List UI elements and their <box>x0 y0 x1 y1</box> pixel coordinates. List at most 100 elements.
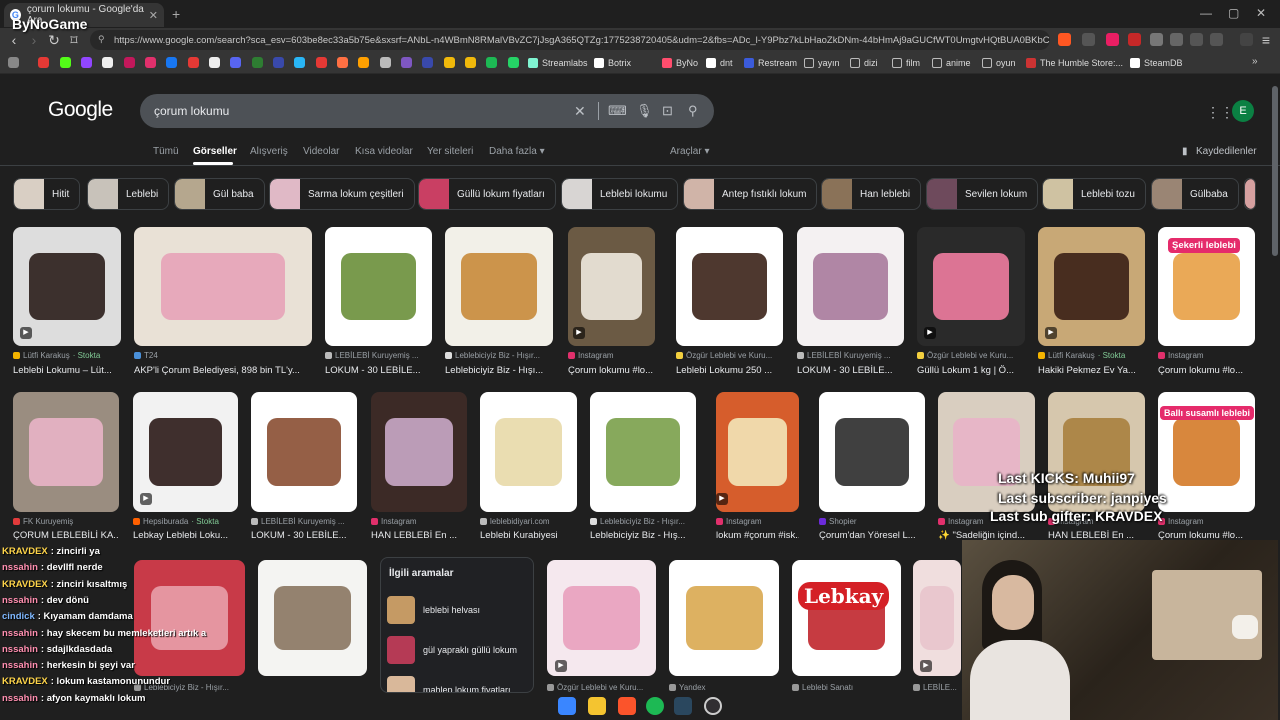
chip-leblebi-tozu[interactable]: Leblebi tozu <box>1042 178 1146 210</box>
tools-button[interactable]: Araçlar ▾ <box>670 146 709 157</box>
brave-icon[interactable] <box>618 697 636 715</box>
chip-gulbaba[interactable]: Gülbaba <box>1151 178 1239 210</box>
related-search-item[interactable]: gül yapraklı güllü lokum <box>387 636 517 664</box>
chip-leblebi-lokumu[interactable]: Leblebi lokumu <box>561 178 679 210</box>
image-result-thumbnail[interactable] <box>669 560 779 676</box>
image-result-title[interactable]: Lebkay Leblebi Loku... <box>133 530 238 541</box>
image-result-title[interactable]: Leblebi Lokumu – Lüt... <box>13 365 121 376</box>
image-result-thumbnail[interactable] <box>792 560 901 676</box>
saved-button[interactable]: Kaydedilenler <box>1196 146 1257 157</box>
image-source[interactable]: Instagram <box>371 517 467 526</box>
keyboard-icon[interactable]: ⌨ <box>608 103 627 119</box>
chip-hitit[interactable]: Hitit <box>13 178 81 210</box>
binance-icon[interactable] <box>444 57 455 68</box>
image-source[interactable]: T24 <box>134 351 312 360</box>
image-result-thumbnail[interactable] <box>480 392 577 512</box>
lens-icon[interactable]: ⊡ <box>662 103 673 119</box>
spotify-icon[interactable] <box>486 57 497 68</box>
back-icon[interactable]: ‹ <box>6 32 22 48</box>
twitch-icon[interactable] <box>81 57 92 68</box>
image-result-title[interactable]: LOKUM - 30 LEBİLE... <box>797 365 904 376</box>
image-result-title[interactable]: Güllü Lokum 1 kg | Ö... <box>917 365 1025 376</box>
url-input[interactable]: ⚲ https://www.google.com/search?sca_esv=… <box>90 30 1050 50</box>
image-result-thumbnail[interactable] <box>797 227 904 346</box>
image-source[interactable]: Leblebiciyiz Biz - Hışır... <box>445 351 553 360</box>
instagram-icon[interactable] <box>145 57 156 68</box>
tiktok-icon[interactable] <box>209 57 220 68</box>
image-result-title[interactable]: lokum #çorum #isk... <box>716 530 799 541</box>
image-result-title[interactable]: ÇORUM LEBLEBİLİ KA... <box>13 530 119 541</box>
image-source[interactable]: Yandex <box>669 683 779 692</box>
image-source[interactable]: Özgür Leblebi ve Kuru... <box>917 351 1025 360</box>
image-result-title[interactable]: AKP'li Çorum Belediyesi, 898 bin TL'y... <box>134 365 312 376</box>
tab-more[interactable]: Daha fazla ▾ <box>489 146 545 157</box>
bookmark-favicon-icon[interactable] <box>337 57 348 68</box>
image-result-thumbnail[interactable] <box>371 392 467 512</box>
pinterest-icon[interactable] <box>188 57 199 68</box>
chip-more[interactable] <box>1244 178 1256 210</box>
image-source[interactable]: Instagram <box>1158 517 1255 526</box>
obs-icon[interactable] <box>704 697 722 715</box>
image-source[interactable]: LEBİLE... <box>913 683 961 692</box>
clear-search-icon[interactable]: ✕ <box>574 103 586 120</box>
image-result-thumbnail[interactable] <box>913 560 961 676</box>
close-window-icon[interactable]: ✕ <box>1256 6 1266 20</box>
forward-icon[interactable]: › <box>26 32 42 48</box>
yandex-icon[interactable] <box>316 57 327 68</box>
image-source[interactable]: FK Kuruyemiş <box>13 517 119 526</box>
image-source[interactable]: LEBİLEBİ Kuruyemiş ... <box>251 517 357 526</box>
microphone-icon[interactable]: 🎙 <box>636 103 653 119</box>
image-source[interactable]: Leblebiciyiz Biz - Hışır... <box>590 517 696 526</box>
image-result-title[interactable]: Leblebi Kurabiyesi <box>480 530 577 541</box>
bookmark-folder-yayin[interactable]: yayın <box>804 56 840 70</box>
bookmark-steamdb[interactable]: SteamDB <box>1130 56 1183 70</box>
saved-icon[interactable]: ▮ <box>1182 146 1188 157</box>
windows-icon[interactable] <box>558 697 576 715</box>
tab-images[interactable]: Görseller <box>193 146 237 157</box>
steam-icon[interactable] <box>674 697 692 715</box>
apps-grid-icon[interactable] <box>8 57 19 68</box>
tab-short-videos[interactable]: Kısa videolar <box>355 146 413 157</box>
image-result-title[interactable]: LOKUM - 30 LEBİLE... <box>251 530 357 541</box>
bookmark-favicon-icon[interactable] <box>422 57 433 68</box>
image-result-thumbnail[interactable] <box>134 227 312 346</box>
google-apps-icon[interactable]: ⋮⋮ <box>1206 104 1234 121</box>
bookmark-humble-store[interactable]: The Humble Store:... <box>1026 56 1123 70</box>
image-source[interactable]: Leblebi Sanatı <box>792 683 901 692</box>
chip-antep-fistikli[interactable]: Antep fıstıklı lokum <box>683 178 818 210</box>
image-result-title[interactable]: Leblebiciyiz Biz - Hışı... <box>445 365 553 376</box>
image-result-thumbnail[interactable] <box>547 560 656 676</box>
image-source[interactable]: Özgür Leblebi ve Kuru... <box>547 683 656 692</box>
related-search-item[interactable]: leblebi helvası <box>387 596 480 624</box>
bookmark-icon[interactable]: ⌑ <box>66 32 82 48</box>
image-result-thumbnail[interactable] <box>258 560 367 676</box>
image-source[interactable]: LEBİLEBİ Kuruyemiş ... <box>325 351 432 360</box>
tab-videos[interactable]: Videolar <box>303 146 340 157</box>
extension-icon[interactable] <box>1170 33 1183 46</box>
site-info-icon[interactable]: ⚲ <box>98 34 105 45</box>
bookmark-favicon-icon[interactable] <box>252 57 263 68</box>
tab-all[interactable]: Tümü <box>153 146 179 157</box>
bookmark-favicon-icon[interactable] <box>465 57 476 68</box>
menu-icon[interactable]: ≡ <box>1258 32 1274 48</box>
image-result-thumbnail[interactable] <box>590 392 696 512</box>
image-result-thumbnail[interactable] <box>325 227 432 346</box>
image-result-thumbnail[interactable] <box>251 392 357 512</box>
chip-gul-baba[interactable]: Gül baba <box>174 178 265 210</box>
image-source[interactable]: Instagram <box>716 517 799 526</box>
amazon-icon[interactable] <box>380 57 391 68</box>
kick-icon[interactable] <box>60 57 71 68</box>
image-result-thumbnail[interactable] <box>819 392 925 512</box>
image-source[interactable]: Instagram <box>1158 351 1255 360</box>
image-result-title[interactable]: Çorum lokumu #lo... <box>568 365 655 376</box>
image-result-thumbnail[interactable] <box>676 227 783 346</box>
tab-shopping[interactable]: Alışveriş <box>250 146 288 157</box>
image-result-thumbnail[interactable] <box>445 227 553 346</box>
reload-icon[interactable]: ↻ <box>46 32 62 48</box>
bookmark-favicon-icon[interactable] <box>401 57 412 68</box>
bookmark-folder-anime[interactable]: anime <box>932 56 971 70</box>
image-source[interactable]: LEBİLEBİ Kuruyemiş ... <box>797 351 904 360</box>
bookmark-dnt[interactable]: dnt <box>706 56 733 70</box>
image-result-title[interactable]: Çorum lokumu #lo... <box>1158 365 1255 376</box>
minimize-icon[interactable]: — <box>1200 6 1212 20</box>
